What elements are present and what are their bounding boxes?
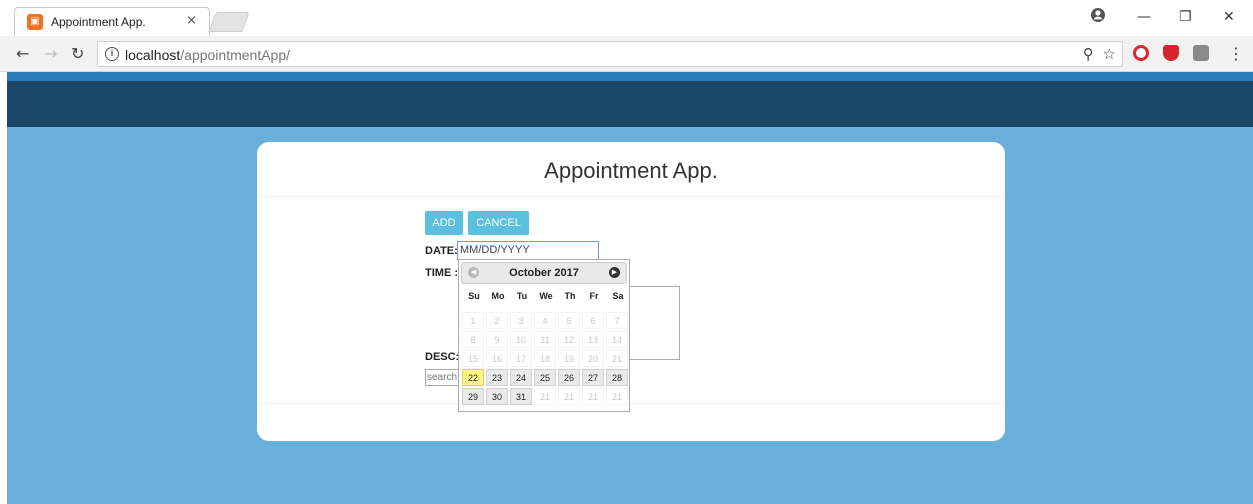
calendar-day: 13 <box>582 331 604 348</box>
search-input[interactable]: search <box>425 369 461 386</box>
day-of-week-label: Fr <box>589 291 599 301</box>
day-of-week-label: Mo <box>491 291 505 301</box>
url-host: localhost <box>125 47 181 63</box>
restore-icon[interactable]: ❐ <box>1179 9 1192 25</box>
opera-extension-icon[interactable] <box>1133 45 1149 61</box>
menu-kebab-icon[interactable]: ⋮ <box>1228 44 1244 63</box>
calendar-day: 12 <box>558 331 580 348</box>
address-bar[interactable]: i localhost/appointmentApp/ ⚲ ☆ <box>97 41 1123 67</box>
url-text[interactable]: localhost/appointmentApp/ <box>125 47 290 63</box>
omnibox-actions: ⚲ ☆ <box>1083 45 1116 63</box>
calendar-day: 5 <box>558 312 580 329</box>
calendar-day: 16 <box>486 350 508 367</box>
browser-tab[interactable]: ▣ Appointment App. × <box>14 7 210 36</box>
calendar-day: 17 <box>510 350 532 367</box>
calendar-day: 4 <box>534 312 556 329</box>
add-button[interactable]: ADD <box>425 211 463 235</box>
calendar-day[interactable]: 25 <box>534 369 556 386</box>
tab-title: Appointment App. <box>51 15 146 29</box>
time-label: TIME : <box>425 267 458 279</box>
next-month-icon[interactable]: ▶ <box>609 267 620 278</box>
xampp-favicon-icon: ▣ <box>27 14 43 30</box>
calendar-day[interactable]: 23 <box>486 369 508 386</box>
calendar-day[interactable]: 26 <box>558 369 580 386</box>
calendar-day[interactable]: 29 <box>462 388 484 405</box>
calendar-day: 2 <box>486 312 508 329</box>
calendar-day: 15 <box>462 350 484 367</box>
calendar-day: 11 <box>534 331 556 348</box>
extension-icon[interactable] <box>1193 45 1209 61</box>
desc-label: DESC: <box>425 351 460 363</box>
browser-toolbar: ← → ↻ i localhost/appointmentApp/ ⚲ ☆ ⋮ <box>0 36 1253 72</box>
calendar-day[interactable]: 30 <box>486 388 508 405</box>
date-label: DATE: <box>425 245 458 257</box>
header-stripe <box>7 72 1253 81</box>
page-title: Appointment App. <box>544 158 718 183</box>
day-of-week-label: Tu <box>516 291 528 301</box>
appointment-card: Appointment App. ADD CANCEL DATE: MM/DD/… <box>257 142 1005 441</box>
close-window-icon[interactable]: ✕ <box>1223 9 1235 25</box>
calendar-day[interactable]: 31 <box>510 388 532 405</box>
browser-tabstrip: ▣ Appointment App. × — ❐ ✕ <box>0 0 1253 36</box>
calendar-day: 7 <box>606 312 628 329</box>
calendar-day: 21 <box>582 388 604 405</box>
minimize-icon[interactable]: — <box>1137 9 1151 25</box>
header-bar <box>7 81 1253 127</box>
page-content: Appointment App. ADD CANCEL DATE: MM/DD/… <box>7 72 1253 504</box>
cancel-button[interactable]: CANCEL <box>468 211 529 235</box>
site-info-icon[interactable]: i <box>105 47 119 61</box>
calendar-day: 10 <box>510 331 532 348</box>
forward-icon[interactable]: → <box>44 44 57 63</box>
desc-textarea[interactable] <box>661 286 680 360</box>
url-path: /appointmentApp/ <box>180 47 291 63</box>
calendar-day: 9 <box>486 331 508 348</box>
day-of-week-label: Su <box>468 291 480 301</box>
zoom-icon[interactable]: ⚲ <box>1083 45 1094 63</box>
day-of-week-label: Th <box>564 291 576 301</box>
calendar-day[interactable]: 27 <box>582 369 604 386</box>
new-tab-button[interactable] <box>208 12 250 32</box>
calendar-day: 21 <box>606 388 628 405</box>
calendar-day: 20 <box>582 350 604 367</box>
tab-close-icon[interactable]: × <box>186 13 197 28</box>
datepicker-header: ◀ October 2017 ▶ <box>461 262 627 284</box>
calendar-day[interactable]: 24 <box>510 369 532 386</box>
calendar-day-today[interactable]: 22 <box>462 369 484 386</box>
shield-extension-icon[interactable] <box>1163 45 1179 61</box>
days-of-week-row: Su Mo Tu We Th Fr Sa <box>462 291 630 305</box>
calendar-day: 21 <box>558 388 580 405</box>
calendar-day: 1 <box>462 312 484 329</box>
profile-icon[interactable] <box>1090 7 1106 27</box>
reload-icon[interactable]: ↻ <box>71 44 84 63</box>
calendar-day: 14 <box>606 331 628 348</box>
calendar-day: 18 <box>534 350 556 367</box>
day-of-week-label: We <box>539 291 553 301</box>
card-divider <box>257 403 1005 404</box>
calendar-day: 3 <box>510 312 532 329</box>
date-input[interactable]: MM/DD/YYYY <box>457 241 599 260</box>
datepicker: ◀ October 2017 ▶ Su Mo Tu We Th Fr Sa 12345678… <box>458 259 630 412</box>
calendar-day: 21 <box>606 350 628 367</box>
datepicker-title: October 2017 <box>509 267 579 279</box>
card-divider <box>257 196 1005 197</box>
calendar-day[interactable]: 28 <box>606 369 628 386</box>
calendar-day: 21 <box>534 388 556 405</box>
calendar-day: 19 <box>558 350 580 367</box>
calendar-day: 6 <box>582 312 604 329</box>
day-of-week-label: Sa <box>612 291 624 301</box>
bookmark-star-icon[interactable]: ☆ <box>1103 45 1116 63</box>
calendar-day: 8 <box>462 331 484 348</box>
back-icon[interactable]: ← <box>16 44 29 63</box>
